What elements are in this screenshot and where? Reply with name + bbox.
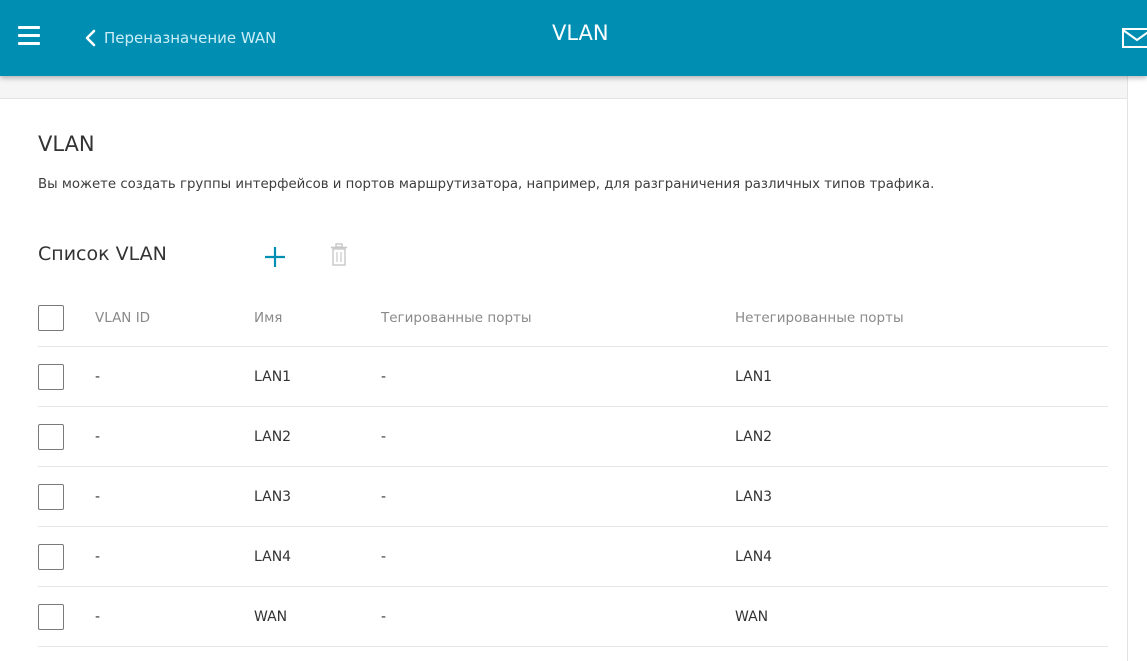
row-vlan-id: - [95, 428, 101, 445]
row-checkbox[interactable] [38, 543, 64, 570]
row-untagged-ports: LAN1 [735, 368, 773, 385]
hamburger-menu-icon[interactable] [18, 26, 40, 46]
table-row[interactable]: - LAN1 - LAN1 [38, 347, 1108, 407]
chevron-left-icon [85, 29, 96, 47]
row-name: LAN4 [254, 548, 292, 565]
column-header-tagged-ports: Тегированные порты [381, 310, 532, 326]
row-name: LAN1 [254, 368, 292, 385]
row-checkbox[interactable] [38, 423, 64, 450]
row-name: LAN2 [254, 428, 292, 445]
page-title: VLAN [552, 21, 609, 45]
row-tagged-ports: - [381, 608, 387, 625]
table-row[interactable]: - LAN4 - LAN4 [38, 527, 1108, 587]
envelope-icon[interactable] [1122, 28, 1147, 48]
back-link-label: Переназначение WAN [104, 29, 277, 47]
column-header-name: Имя [254, 310, 283, 326]
vlan-list-title: Список VLAN [38, 243, 167, 265]
row-checkbox[interactable] [38, 363, 64, 390]
right-scroll-edge [1127, 76, 1147, 661]
row-tagged-ports: - [381, 368, 387, 385]
row-tagged-ports: - [381, 428, 387, 445]
row-tagged-ports: - [381, 488, 387, 505]
row-vlan-id: - [95, 608, 101, 625]
row-tagged-ports: - [381, 548, 387, 565]
table-row[interactable]: - LAN2 - LAN2 [38, 407, 1108, 467]
row-vlan-id: - [95, 488, 101, 505]
row-untagged-ports: LAN3 [735, 488, 773, 505]
section-description: Вы можете создать группы интерфейсов и п… [38, 177, 935, 192]
column-header-untagged-ports: Нетегированные порты [735, 310, 904, 326]
main-content: VLAN Вы можете создать группы интерфейсо… [0, 99, 1127, 661]
row-checkbox[interactable] [38, 483, 64, 510]
row-untagged-ports: LAN2 [735, 428, 773, 445]
vlan-table: VLAN ID Имя Тегированные порты Нетегиров… [38, 290, 1108, 647]
table-row[interactable]: - WAN - WAN [38, 587, 1108, 647]
row-name: WAN [254, 608, 288, 625]
table-header-row: VLAN ID Имя Тегированные порты Нетегиров… [38, 290, 1108, 347]
plus-icon[interactable] [263, 245, 287, 269]
row-vlan-id: - [95, 368, 101, 385]
row-name: LAN3 [254, 488, 292, 505]
row-untagged-ports: LAN4 [735, 548, 773, 565]
section-title: VLAN [38, 132, 95, 156]
trash-icon[interactable] [330, 243, 348, 267]
back-link[interactable]: Переназначение WAN [84, 24, 276, 52]
table-row[interactable]: - LAN3 - LAN3 [38, 467, 1108, 527]
header-divider [0, 76, 1127, 99]
row-vlan-id: - [95, 548, 101, 565]
row-checkbox[interactable] [38, 603, 64, 630]
column-header-vlan-id: VLAN ID [95, 310, 151, 326]
top-bar: Переназначение WAN VLAN [0, 0, 1147, 76]
row-untagged-ports: WAN [735, 608, 769, 625]
select-all-checkbox[interactable] [38, 305, 64, 331]
